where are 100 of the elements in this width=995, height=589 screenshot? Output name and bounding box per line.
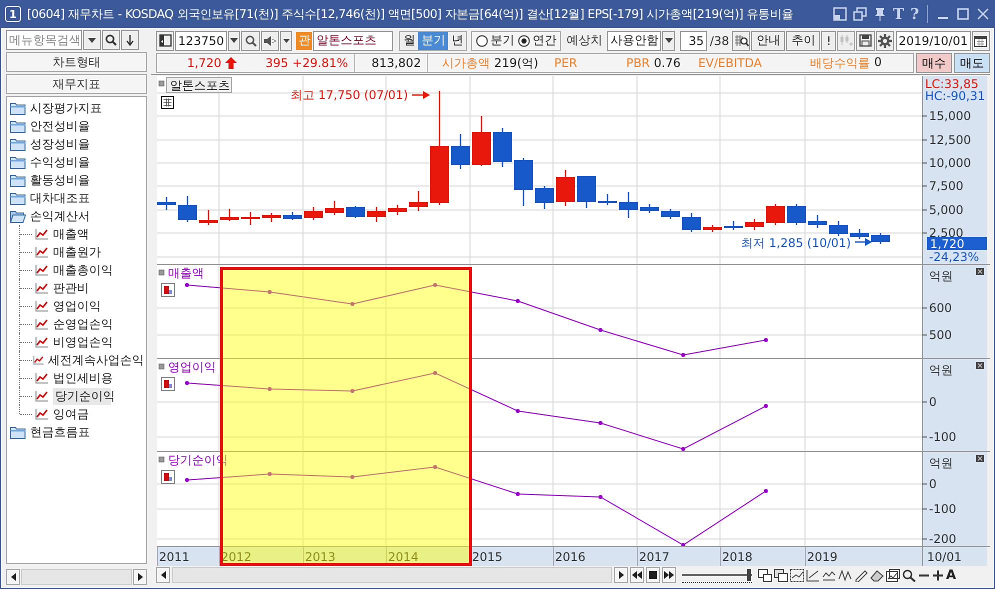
date-field[interactable]: 2019/10/01 (896, 30, 971, 50)
calendar-button[interactable] (972, 30, 990, 50)
page-field[interactable]: 35 (680, 30, 707, 50)
plus-icon[interactable] (932, 568, 944, 582)
save-icon (858, 34, 872, 47)
font-button[interactable]: A (946, 568, 956, 582)
tree-item[interactable]: 당기순이익 (53, 388, 111, 404)
pencil-icon[interactable] (854, 568, 868, 582)
add-window-icon[interactable] (758, 568, 772, 582)
estimate-select[interactable]: 사용안함 (607, 30, 662, 50)
stock-name-field[interactable]: 알톤스포츠 (313, 30, 394, 50)
legend-icon[interactable] (161, 470, 175, 484)
rewind-button[interactable] (630, 567, 644, 583)
scroll-left-button[interactable] (156, 567, 170, 583)
tree-item[interactable]: 영업이익 (51, 298, 103, 314)
data-point (598, 495, 602, 499)
tree-folder-item[interactable]: 손익계산서 (30, 208, 90, 224)
overlap-windows-icon[interactable] (774, 568, 788, 582)
toolbar-button[interactable]: 추이 (786, 30, 820, 50)
scroll-right-button[interactable] (133, 569, 147, 585)
pin-icon[interactable] (873, 7, 888, 21)
candlestick (808, 215, 827, 228)
category-badge: 관 (296, 32, 312, 50)
tree-folder-item[interactable]: 수익성비율 (30, 154, 90, 170)
trend-window-icon[interactable] (790, 568, 804, 582)
tree-item[interactable]: 매출총이익 (51, 262, 115, 278)
table-icon[interactable] (161, 96, 174, 109)
data-point (681, 353, 686, 357)
data-point (268, 472, 272, 476)
speaker-button[interactable] (260, 30, 279, 50)
close-panel-icon[interactable] (976, 268, 984, 275)
slider-thumb[interactable] (746, 568, 750, 580)
panel-handle-icon[interactable] (158, 80, 164, 86)
dropdown-button[interactable] (228, 30, 240, 50)
layout-icon[interactable] (833, 7, 848, 21)
title-bar-button[interactable]: T (893, 5, 904, 23)
down-arrow-button[interactable] (121, 30, 139, 50)
tree-folder-item[interactable]: 대차대조표 (30, 190, 90, 206)
panel-handle-icon[interactable] (158, 456, 164, 462)
scroll-right-button[interactable] (614, 567, 628, 583)
close-icon[interactable] (976, 7, 990, 21)
toolbar-button[interactable]: ! (821, 30, 836, 50)
tree-folder-item[interactable]: 시장평가지표 (30, 100, 102, 116)
panel-handle-icon[interactable] (158, 270, 164, 276)
stop-button[interactable] (646, 567, 660, 583)
sell-button[interactable]: 매도 (954, 53, 990, 73)
year-label: 2017 (639, 550, 670, 564)
radio-option[interactable]: 연간 (518, 32, 556, 49)
stock-code-field[interactable]: 123750 (175, 30, 227, 50)
tree-item[interactable]: 매출액 (51, 226, 91, 242)
settings-button[interactable] (876, 30, 894, 50)
tree-folder-item[interactable]: 안전성비율 (30, 118, 90, 134)
chart-window-icon[interactable] (886, 568, 900, 582)
candlestick (199, 210, 218, 225)
eraser-icon[interactable] (870, 568, 884, 582)
dropdown-button[interactable] (83, 30, 101, 50)
tree-folder-item[interactable]: 활동성비율 (30, 172, 90, 188)
tree-item[interactable]: 비영업손익 (51, 334, 115, 350)
trend-line-icon[interactable] (806, 568, 820, 582)
radio-option[interactable]: 분기 (476, 32, 514, 49)
panel-handle-icon[interactable] (158, 364, 164, 370)
tree-item[interactable]: 판관비 (51, 280, 91, 296)
dropdown-button[interactable] (280, 30, 292, 50)
title-bar-button[interactable]: ? (910, 5, 919, 23)
tree-item[interactable]: 잉여금 (51, 406, 91, 422)
search-button[interactable] (241, 30, 260, 50)
tree-folder-item[interactable]: 성장성비율 (30, 136, 90, 152)
zigzag-icon[interactable] (838, 568, 852, 582)
section-button[interactable]: 차트형태 (6, 52, 147, 72)
windows-icon[interactable] (853, 7, 868, 21)
radio-button[interactable] (518, 34, 530, 46)
grid-search-button[interactable] (732, 30, 750, 50)
toolbar-button[interactable]: 안내 (751, 30, 786, 50)
tree-item[interactable]: 세전계속사업손익 (46, 352, 146, 368)
tree-item[interactable]: 법인세비용 (51, 370, 115, 386)
zoom-icon[interactable] (902, 568, 916, 582)
tree-item[interactable]: 매출원가 (51, 244, 103, 260)
candlestick (262, 213, 281, 222)
dropdown-button[interactable] (662, 30, 675, 50)
search-button[interactable] (102, 30, 120, 50)
legend-icon[interactable] (161, 377, 175, 391)
period-tab[interactable]: 분기 (418, 32, 448, 50)
maximize-icon[interactable] (956, 7, 970, 21)
zoom-slider[interactable] (682, 568, 752, 582)
tree-folder-item[interactable]: 현금흐름표 (30, 424, 90, 440)
fast-forward-button[interactable] (662, 567, 676, 583)
menu-search-field[interactable]: 메뉴항목검색 (6, 30, 82, 50)
radio-button[interactable] (476, 34, 488, 46)
close-panel-icon[interactable] (976, 362, 984, 369)
panel-toggle-button[interactable] (156, 30, 174, 50)
wave-line-icon[interactable] (822, 568, 836, 582)
section-button[interactable]: 재무지표 (6, 74, 147, 94)
save-button[interactable] (856, 30, 874, 50)
scroll-left-button[interactable] (6, 569, 20, 585)
scrollbar-track[interactable] (172, 567, 612, 583)
data-point (268, 290, 272, 294)
close-panel-icon[interactable] (976, 455, 984, 462)
legend-icon[interactable] (161, 283, 175, 297)
tree-item[interactable]: 순영업손익 (51, 316, 115, 332)
buy-button[interactable]: 매수 (916, 53, 952, 73)
